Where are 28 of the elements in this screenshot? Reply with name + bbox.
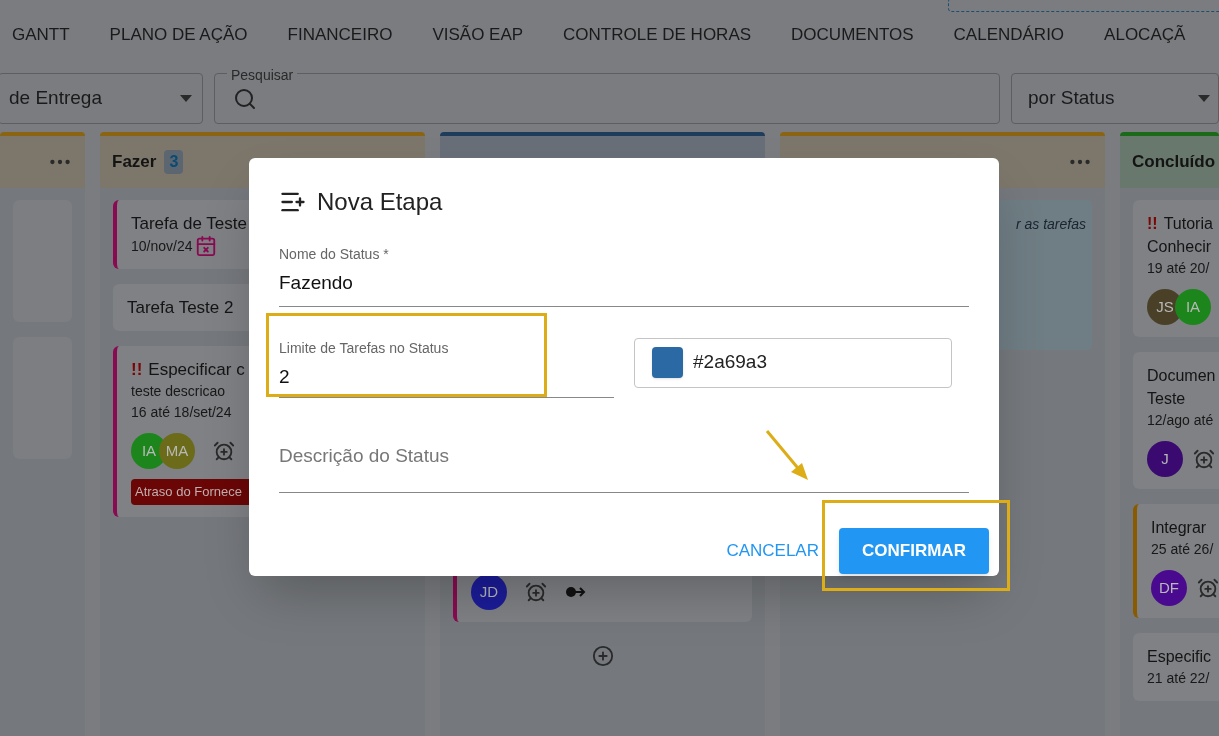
card-date: 16 até 18/set/24 — [131, 403, 232, 422]
column-title: Fazer — [112, 151, 157, 174]
card-date: 12/ago até — [1147, 411, 1214, 430]
card-title: Conhecir — [1147, 237, 1212, 257]
avatar: DF — [1151, 570, 1187, 606]
column-title: Concluído — [1132, 151, 1216, 174]
card-title: Teste — [1147, 389, 1186, 409]
priority-mark: !! — [1147, 214, 1158, 234]
card-title: Integrar — [1151, 518, 1207, 538]
card-date: 19 até 20/ — [1147, 259, 1210, 278]
avatar: J — [1147, 441, 1183, 477]
card-title: Tutoria — [1163, 214, 1213, 234]
card-date: 10/nov/24 — [131, 236, 193, 256]
dialog-title: Nova Etapa — [317, 187, 443, 217]
card-title: Documen — [1147, 366, 1216, 386]
card-date: 21 até 22/ — [1147, 669, 1210, 688]
count-badge: 3 — [164, 150, 184, 174]
avatar: JD — [471, 574, 507, 610]
avatar: MA — [159, 433, 195, 469]
card-title: Tarefa Teste 2 — [127, 297, 234, 319]
card-title: Especificar c — [148, 359, 245, 381]
card-title: Tarefa de Teste — [131, 213, 247, 235]
priority-mark: !! — [131, 359, 143, 381]
card-description: teste descricao — [131, 382, 227, 401]
column-note: r as tarefas — [1015, 215, 1086, 234]
avatar: IA — [1175, 289, 1211, 325]
card-date: 25 até 26/ — [1151, 540, 1214, 559]
card-title: Especific — [1147, 647, 1212, 667]
